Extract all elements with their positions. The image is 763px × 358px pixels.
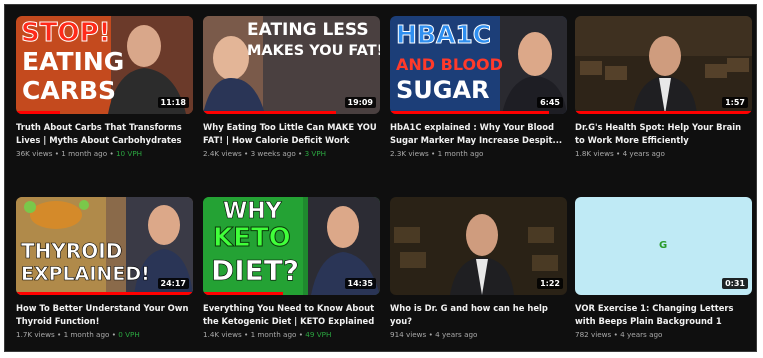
- video-thumbnail[interactable]: EATING LESS MAKES YOU FAT! 19:09: [203, 16, 380, 114]
- video-grid: STOP! EATING CARBS 11:18 Truth About Car…: [4, 4, 757, 352]
- video-thumbnail[interactable]: G 0:31: [575, 197, 752, 295]
- thumb-text-1: THYROID: [21, 239, 123, 263]
- views-per-hour: 3 VPH: [304, 149, 327, 158]
- separator: •: [616, 149, 621, 158]
- video-meta: 782 views • 4 years ago: [575, 330, 752, 339]
- video-meta: 2.4K views • 3 weeks ago • 3 VPH: [203, 149, 380, 158]
- separator: •: [244, 149, 249, 158]
- video-thumbnail[interactable]: 1:22: [390, 197, 567, 295]
- video-thumbnail[interactable]: WHY KETO DIET? 14:35: [203, 197, 380, 295]
- thumb-text-3: DIET?: [211, 254, 300, 287]
- separator: •: [298, 149, 303, 158]
- view-count: 1.4K views: [203, 330, 242, 339]
- separator: •: [298, 330, 303, 339]
- video-card[interactable]: HBA1C AND BLOOD SUGAR 6:45 HbA1C explain…: [390, 16, 567, 158]
- video-thumbnail[interactable]: 1:57: [575, 16, 752, 114]
- thumb-text-1: HBA1C: [395, 20, 492, 49]
- upload-age: 4 years ago: [622, 149, 665, 158]
- video-thumbnail[interactable]: STOP! EATING CARBS 11:18: [16, 16, 193, 114]
- separator: •: [54, 149, 59, 158]
- watch-progress-bar: [203, 111, 336, 114]
- upload-age: 1 month ago: [437, 149, 484, 158]
- separator: •: [109, 149, 114, 158]
- video-title[interactable]: Everything You Need to Know About the Ke…: [203, 302, 380, 327]
- thumb-text-2: EXPLAINED!: [21, 263, 150, 285]
- thumb-text-2: AND BLOOD: [396, 55, 503, 74]
- video-meta: 1.4K views • 1 month ago • 49 VPH: [203, 330, 380, 339]
- video-title[interactable]: VOR Exercise 1: Changing Letters with Be…: [575, 302, 752, 327]
- thumb-text-1: WHY: [223, 199, 282, 224]
- video-card[interactable]: STOP! EATING CARBS 11:18 Truth About Car…: [16, 16, 193, 158]
- view-count: 782 views: [575, 330, 612, 339]
- thumb-text-2: EATING: [22, 47, 125, 76]
- separator: •: [613, 330, 618, 339]
- video-duration: 19:09: [344, 97, 376, 108]
- video-duration: 1:22: [537, 278, 563, 289]
- thumb-text-3: CARBS: [22, 76, 117, 105]
- views-per-hour: 0 VPH: [118, 330, 140, 339]
- separator: •: [428, 330, 433, 339]
- video-card[interactable]: WHY KETO DIET? 14:35 Everything You Need…: [203, 197, 380, 339]
- video-duration: 11:18: [157, 97, 189, 108]
- video-meta: 2.3K views • 1 month ago: [390, 149, 567, 158]
- view-count: 36K views: [16, 149, 53, 158]
- video-meta: 914 views • 4 years ago: [390, 330, 567, 339]
- thumb-letter: G: [659, 240, 668, 251]
- upload-age: 4 years ago: [620, 330, 663, 339]
- view-count: 2.3K views: [390, 149, 429, 158]
- video-duration: 0:31: [722, 278, 748, 289]
- video-card[interactable]: G 0:31 VOR Exercise 1: Changing Letters …: [575, 197, 752, 339]
- video-card[interactable]: EATING LESS MAKES YOU FAT! 19:09 Why Eat…: [203, 16, 380, 158]
- views-per-hour: 49 VPH: [305, 330, 332, 339]
- video-title[interactable]: Dr.G's Health Spot: Help Your Brain to W…: [575, 121, 752, 146]
- view-count: 1.8K views: [575, 149, 614, 158]
- view-count: 914 views: [390, 330, 427, 339]
- video-title[interactable]: How To Better Understand Your Own Thyroi…: [16, 302, 193, 327]
- views-per-hour: 10 VPH: [115, 149, 143, 158]
- thumb-text-1: EATING LESS: [247, 20, 369, 40]
- thumb-text-2: MAKES YOU FAT!: [247, 43, 380, 59]
- watch-progress-bar: [390, 111, 550, 114]
- watch-progress-bar: [16, 111, 61, 114]
- upload-age: 3 weeks ago: [250, 149, 296, 158]
- watch-progress-bar: [575, 111, 752, 114]
- video-card[interactable]: THYROID EXPLAINED! 24:17 How To Better U…: [16, 197, 193, 339]
- watch-progress-bar: [203, 292, 283, 295]
- thumb-text-2: KETO: [213, 223, 292, 253]
- video-card[interactable]: 1:22 Who is Dr. G and how can he help yo…: [390, 197, 567, 339]
- video-thumbnail[interactable]: THYROID EXPLAINED! 24:17: [16, 197, 193, 295]
- video-duration: 14:35: [344, 278, 376, 289]
- thumb-text-3: SUGAR: [396, 76, 490, 104]
- video-duration: 24:17: [157, 278, 189, 289]
- video-meta: 1.7K views • 1 month ago • 0 VPH: [16, 330, 193, 339]
- separator: •: [57, 330, 62, 339]
- upload-age: 1 month ago: [63, 330, 110, 339]
- thumb-text-1: STOP!: [20, 18, 111, 48]
- video-card[interactable]: 1:57 Dr.G's Health Spot: Help Your Brain…: [575, 16, 752, 158]
- video-thumbnail[interactable]: HBA1C AND BLOOD SUGAR 6:45: [390, 16, 567, 114]
- upload-age: 1 month ago: [61, 149, 108, 158]
- video-title[interactable]: Who is Dr. G and how can he help you?: [390, 302, 567, 327]
- video-meta: 36K views • 1 month ago • 10 VPH: [16, 149, 193, 158]
- separator: •: [244, 330, 249, 339]
- separator: •: [431, 149, 436, 158]
- video-meta: 1.8K views • 4 years ago: [575, 149, 752, 158]
- video-title[interactable]: HbA1C explained : Why Your Blood Sugar M…: [390, 121, 567, 146]
- upload-age: 1 month ago: [250, 330, 297, 339]
- separator: •: [111, 330, 116, 339]
- watch-progress-bar: [16, 292, 193, 295]
- upload-age: 4 years ago: [435, 330, 478, 339]
- view-count: 1.7K views: [16, 330, 55, 339]
- video-duration: 6:45: [537, 97, 563, 108]
- view-count: 2.4K views: [203, 149, 242, 158]
- video-duration: 1:57: [722, 97, 748, 108]
- video-title[interactable]: Why Eating Too Little Can MAKE YOU FAT! …: [203, 121, 380, 146]
- video-title[interactable]: Truth About Carbs That Transforms Lives …: [16, 121, 193, 146]
